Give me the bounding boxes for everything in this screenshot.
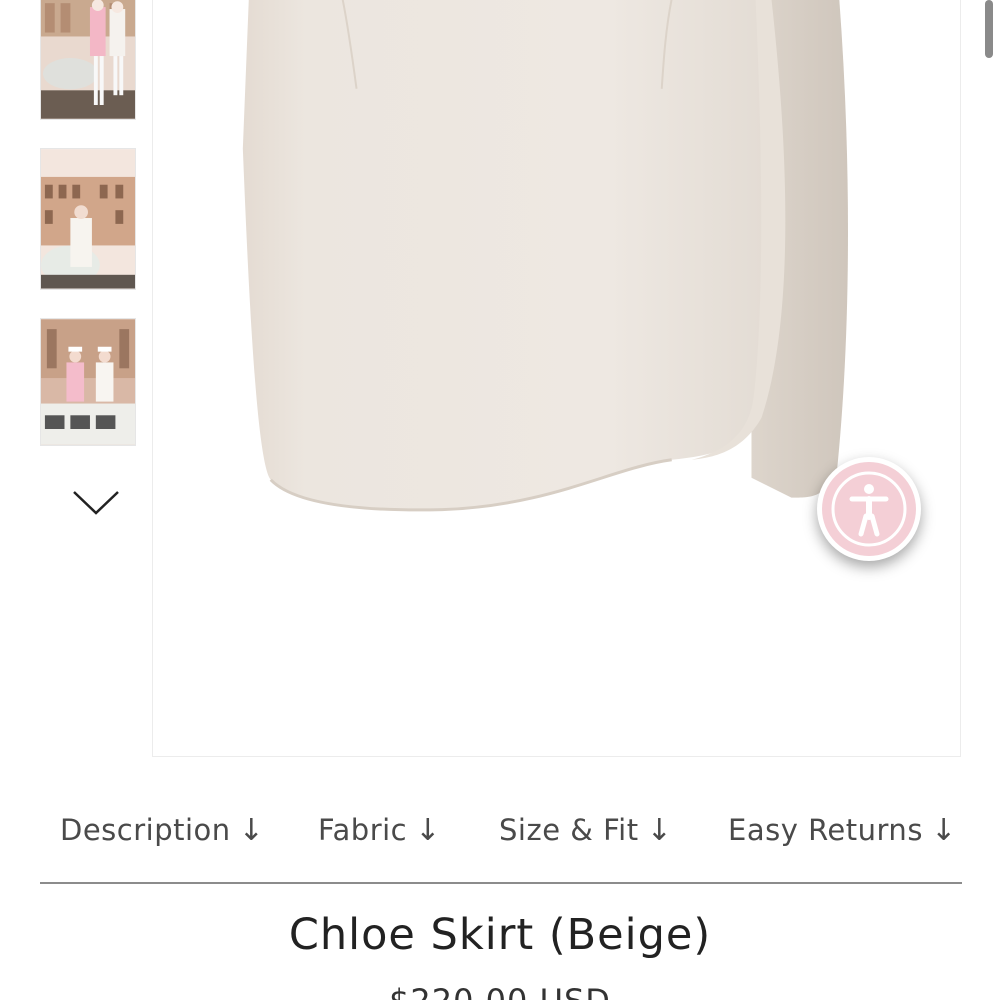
arrow-down-icon: ↓	[646, 813, 673, 848]
arrow-down-icon: ↓	[930, 813, 957, 848]
arrow-down-icon: ↓	[415, 813, 441, 848]
product-price: $220.00 USD	[0, 982, 1000, 1000]
page-scrollbar[interactable]	[985, 0, 993, 58]
divider	[40, 882, 962, 884]
accessibility-person-icon	[831, 471, 907, 547]
thumbnail-2[interactable]	[40, 148, 136, 290]
accessibility-button-face	[822, 462, 916, 556]
product-photo-thumbnail	[41, 149, 135, 289]
accessibility-button[interactable]	[817, 457, 921, 561]
product-photo-thumbnail	[41, 0, 135, 119]
tab-easy-returns[interactable]: Easy Returns ↓	[728, 800, 957, 860]
arrow-down-icon: ↓	[238, 813, 265, 848]
tab-label: Easy Returns	[728, 813, 923, 847]
chevron-down-icon	[73, 491, 119, 515]
tab-size-and-fit[interactable]: Size & Fit ↓	[499, 800, 672, 860]
product-photo-thumbnail	[41, 319, 135, 445]
product-info-tabs: Description ↓ Fabric ↓ Size & Fit ↓ Easy Re…	[40, 800, 962, 860]
main-product-image[interactable]	[152, 0, 961, 757]
tab-label: Size & Fit	[499, 813, 639, 847]
tab-description[interactable]: Description ↓	[60, 800, 264, 860]
beige-skirt-product-image	[242, 0, 848, 512]
product-page: Description ↓ Fabric ↓ Size & Fit ↓ Easy Re…	[0, 0, 1000, 1000]
product-title: Chloe Skirt (Beige)	[288, 910, 712, 960]
tab-label: Description	[60, 813, 231, 847]
thumbnail-3[interactable]	[40, 318, 136, 446]
tab-fabric[interactable]: Fabric ↓	[318, 800, 441, 860]
thumbnail-1[interactable]	[40, 0, 136, 120]
thumbnail-scroll-down-button[interactable]	[70, 486, 122, 518]
tab-label: Fabric	[318, 813, 408, 847]
